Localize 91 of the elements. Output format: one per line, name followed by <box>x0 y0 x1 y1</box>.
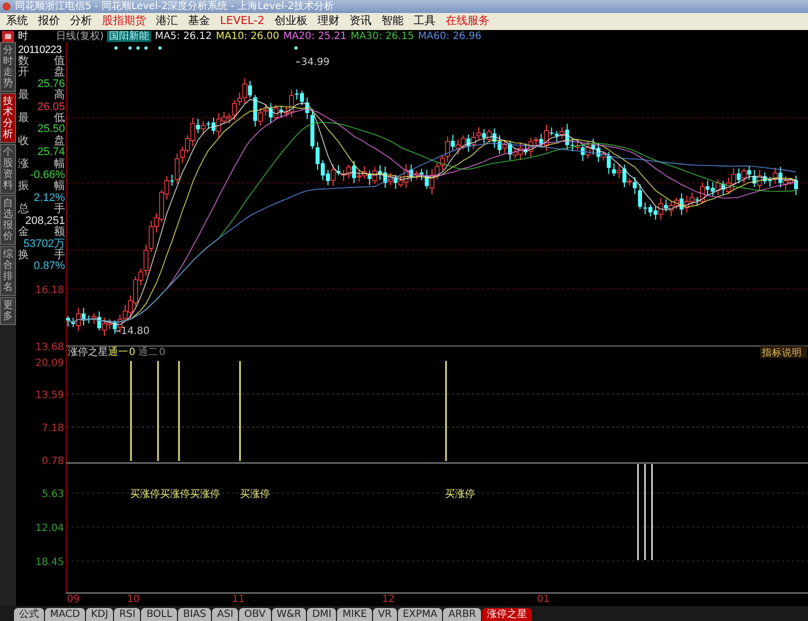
menu-item[interactable]: 港汇 <box>156 15 178 28</box>
param-value: 0 <box>129 347 136 358</box>
x-axis-label: 11 <box>232 594 245 605</box>
field-label: 最 高 <box>18 90 65 102</box>
indicator-tab[interactable]: ARBR <box>443 608 482 621</box>
side-tab[interactable]: 分时走势 <box>0 42 16 92</box>
indicator-help-button[interactable]: 指标说明 <box>760 346 807 358</box>
signal-label: 买涨停买涨停买涨停 <box>130 489 220 500</box>
axis-label: 20.09 <box>35 358 64 369</box>
field-label: 开 盘 <box>18 67 65 79</box>
menu-item[interactable]: 资讯 <box>349 15 372 28</box>
column-header: 数 值 <box>18 56 65 67</box>
field-label: 金 额 <box>18 227 65 238</box>
side-tab[interactable]: 个股资料 <box>0 144 16 194</box>
app-icon <box>2 2 11 11</box>
menu-item[interactable]: 理财 <box>317 15 340 28</box>
indicator-tab[interactable]: BOLL <box>141 608 178 621</box>
field-value: 25.50 <box>36 124 65 136</box>
field-value: 26.05 <box>36 102 65 113</box>
field-value: 25.74 <box>36 147 65 158</box>
chart-icon <box>2 30 14 42</box>
field-label: 最 低 <box>18 113 65 124</box>
chart-type-label[interactable]: 日线(复权) <box>56 30 104 42</box>
axis-label: 7.18 <box>42 423 64 434</box>
menu-item[interactable]: 分析 <box>70 15 92 28</box>
field-value: 0.87% <box>32 261 65 273</box>
indicator-tab[interactable]: MACD <box>45 608 85 621</box>
signal-label: 买涨停 <box>240 489 270 500</box>
menu-item[interactable]: 系统 <box>6 15 28 28</box>
period-label[interactable]: 时 <box>18 30 56 42</box>
side-tab[interactable]: 更多 <box>0 297 16 325</box>
indicator-tab[interactable]: EXPMA <box>398 608 442 621</box>
param-label: 通二 <box>138 347 158 358</box>
param-value: 0 <box>159 347 166 358</box>
signal-label: 买涨停 <box>445 489 475 500</box>
field-label: 换 手 <box>18 250 65 261</box>
indicator-tab[interactable]: OBV <box>239 608 271 621</box>
low-price-label: 14.80 <box>121 326 150 337</box>
indicator-tab[interactable]: ASI <box>212 608 238 621</box>
indicator-tab[interactable]: KDJ <box>86 608 114 621</box>
indicator-tab[interactable]: MIKE <box>337 608 372 621</box>
menu-item[interactable]: 股指期货 <box>102 15 146 28</box>
leader-line <box>114 330 120 332</box>
axis-label: 0.78 <box>42 456 64 467</box>
ma-value: MA30: 26.15 <box>350 30 414 42</box>
side-tab[interactable]: 综合排名 <box>0 246 16 296</box>
indicator-name: 涨停之星 <box>68 347 108 358</box>
field-value: 208,251 <box>25 216 65 227</box>
indicator-tab[interactable]: W&R <box>272 608 306 621</box>
menu-item[interactable]: 基金 <box>188 15 210 28</box>
menu-item[interactable]: 创业板 <box>274 15 308 28</box>
field-label: 收 盘 <box>18 136 65 147</box>
side-tab[interactable]: 技术分析 <box>0 93 16 143</box>
x-axis-label: 01 <box>537 594 550 605</box>
axis-label: 13.59 <box>35 390 64 401</box>
field-value: 25.76 <box>36 78 65 90</box>
field-label: 总 手 <box>18 204 65 216</box>
param-label: 通一 <box>108 347 128 358</box>
stock-name: 国阳新能 <box>106 30 151 42</box>
ma-value: MA60: 26.96 <box>418 30 482 42</box>
menu-item[interactable]: LEVEL-2 <box>220 15 264 28</box>
indicator-tab[interactable]: VR <box>372 608 397 621</box>
indicator-tab[interactable]: RSI <box>114 608 140 621</box>
axis-label: 12.04 <box>35 523 64 534</box>
menu-item[interactable]: 智能 <box>381 15 404 28</box>
ma-value: MA10: 26.00 <box>216 30 280 42</box>
x-axis-label: 09 <box>67 594 80 605</box>
indicator-tab[interactable]: BIAS <box>178 608 212 621</box>
field-value: 2.12% <box>32 192 65 204</box>
ma-value: MA20: 25.21 <box>283 30 347 42</box>
field-label: 振 幅 <box>18 181 65 193</box>
date-label: 20110223 <box>18 44 62 56</box>
high-price-label: 34.99 <box>301 57 330 68</box>
indicator-tab[interactable]: 涨停之星 <box>482 608 532 621</box>
ma-value: MA5: 26.12 <box>154 30 212 42</box>
axis-label: 16.18 <box>35 285 64 296</box>
field-value: 53702万 <box>23 238 65 250</box>
indicator-tab[interactable]: 公式 <box>14 608 44 621</box>
x-axis-label: 10 <box>127 594 140 605</box>
axis-label: 5.63 <box>42 489 64 500</box>
axis-label: 18.45 <box>35 557 64 568</box>
menu-item[interactable]: 报价 <box>38 15 60 28</box>
field-label: 涨 幅 <box>18 158 65 170</box>
window-title: 同花顺浙江电信5 - 同花顺Level-2深度分析系统 - 上海Level-2技术分析 <box>15 1 334 12</box>
x-axis-label: 12 <box>382 594 395 605</box>
menu-item[interactable]: 工具 <box>413 15 436 28</box>
menu-item[interactable]: 在线服务 <box>445 15 490 28</box>
axis-label: 13.68 <box>35 342 64 353</box>
field-value: -0.66% <box>29 170 65 182</box>
indicator-tab[interactable]: DMI <box>307 608 336 621</box>
side-tab[interactable]: 自选报价 <box>0 195 16 245</box>
